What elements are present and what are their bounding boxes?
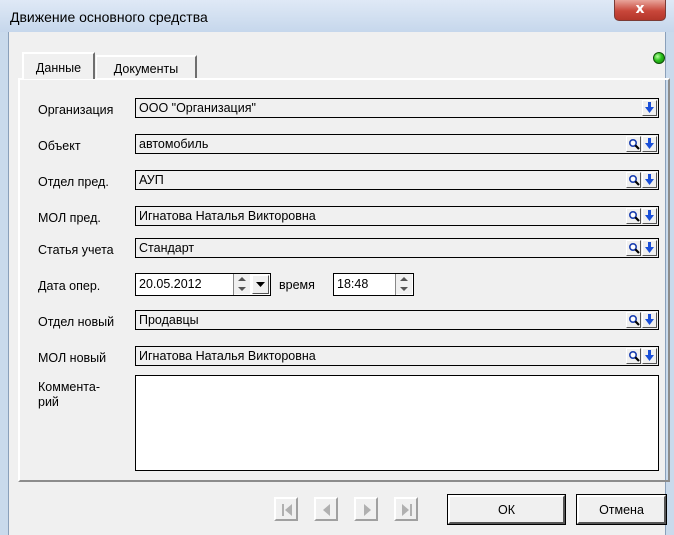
magnifier-icon: [628, 138, 640, 150]
down-arrow-icon: [645, 350, 654, 361]
magnifier-icon: [628, 210, 640, 222]
mol-prev-dropdown-button[interactable]: [642, 208, 657, 224]
organization-value: ООО "Организация": [139, 101, 256, 115]
title-bar[interactable]: Движение основного средства x: [0, 0, 674, 32]
magnifier-icon: [628, 314, 640, 326]
next-record-icon: [364, 504, 371, 516]
account-item-search-button[interactable]: [626, 240, 641, 256]
down-arrow-icon: [645, 210, 654, 221]
mol-new-value: Игнатова Наталья Викторовна: [139, 349, 316, 363]
organization-label: Организация: [38, 103, 114, 117]
dept-prev-label: Отдел пред.: [38, 175, 109, 189]
last-record-icon: [402, 504, 412, 516]
mol-prev-value: Игнатова Наталья Викторовна: [139, 209, 316, 223]
magnifier-icon: [628, 350, 640, 362]
dept-prev-value: АУП: [139, 173, 164, 187]
account-item-field[interactable]: Стандарт: [135, 238, 659, 258]
time-label: время: [279, 278, 315, 292]
op-date-picker[interactable]: 20.05.2012: [135, 273, 271, 296]
down-arrow-icon: [645, 242, 654, 253]
tab-data-label: Данные: [35, 61, 82, 75]
dept-new-label: Отдел новый: [38, 315, 115, 329]
organization-field[interactable]: ООО "Организация": [135, 98, 659, 118]
dept-new-search-button[interactable]: [626, 312, 641, 328]
last-record-button[interactable]: [394, 497, 418, 521]
account-item-dropdown-button[interactable]: [642, 240, 657, 256]
dept-prev-search-button[interactable]: [626, 172, 641, 188]
mol-prev-search-button[interactable]: [626, 208, 641, 224]
account-item-value: Стандарт: [139, 241, 195, 255]
down-arrow-icon: [645, 138, 654, 149]
comment-label: Коммента- рий: [38, 380, 100, 409]
op-date-spin-down[interactable]: [234, 284, 250, 294]
tab-documents[interactable]: Документы: [96, 55, 197, 78]
mol-new-label: МОЛ новый: [38, 351, 107, 365]
op-date-spinner[interactable]: [233, 274, 250, 295]
object-dropdown-button[interactable]: [642, 136, 657, 152]
time-spinner[interactable]: [395, 274, 412, 295]
magnifier-icon: [628, 174, 640, 186]
window-title: Движение основного средства: [10, 9, 208, 25]
dept-new-field[interactable]: Продавцы: [135, 310, 659, 330]
down-arrow-icon: [645, 102, 654, 113]
mol-new-field[interactable]: Игнатова Наталья Викторовна: [135, 346, 659, 366]
organization-dropdown-button[interactable]: [642, 100, 657, 116]
dept-prev-dropdown-button[interactable]: [642, 172, 657, 188]
spin-down-icon: [400, 287, 408, 291]
object-search-button[interactable]: [626, 136, 641, 152]
spin-down-icon: [238, 287, 246, 291]
close-icon: x: [635, 1, 645, 17]
dialog-window: Движение основного средства x Данные Док…: [0, 0, 674, 535]
first-record-button[interactable]: [274, 497, 298, 521]
down-arrow-icon: [645, 314, 654, 325]
dept-prev-field[interactable]: АУП: [135, 170, 659, 190]
comment-textarea[interactable]: [135, 375, 659, 471]
object-label: Объект: [38, 139, 81, 153]
prev-record-button[interactable]: [314, 497, 338, 521]
mol-prev-label: МОЛ пред.: [38, 211, 101, 225]
op-date-calendar-button[interactable]: [252, 275, 269, 294]
time-field[interactable]: 18:48: [333, 273, 414, 296]
spin-up-icon: [238, 277, 246, 281]
object-field[interactable]: автомобиль: [135, 134, 659, 154]
down-arrow-icon: [645, 174, 654, 185]
time-spin-down[interactable]: [396, 284, 412, 294]
mol-prev-field[interactable]: Игнатова Наталья Викторовна: [135, 206, 659, 226]
close-button[interactable]: x: [614, 0, 666, 21]
next-record-button[interactable]: [354, 497, 378, 521]
mol-new-search-button[interactable]: [626, 348, 641, 364]
ok-button[interactable]: ОК: [447, 494, 566, 525]
object-value: автомобиль: [139, 137, 209, 151]
mol-new-dropdown-button[interactable]: [642, 348, 657, 364]
first-record-icon: [282, 504, 292, 516]
spin-up-icon: [400, 277, 408, 281]
status-indicator-icon: [653, 52, 665, 64]
dept-new-dropdown-button[interactable]: [642, 312, 657, 328]
chevron-down-icon: [256, 282, 265, 287]
tab-data[interactable]: Данные: [22, 52, 95, 79]
time-value: 18:48: [337, 277, 369, 291]
op-date-value: 20.05.2012: [139, 277, 202, 291]
magnifier-icon: [628, 242, 640, 254]
op-date-label: Дата опер.: [38, 279, 101, 293]
tab-documents-label: Документы: [113, 62, 179, 76]
dept-new-value: Продавцы: [139, 313, 199, 327]
prev-record-icon: [323, 504, 330, 516]
account-item-label: Статья учета: [38, 243, 114, 257]
cancel-button[interactable]: Отмена: [576, 494, 667, 525]
